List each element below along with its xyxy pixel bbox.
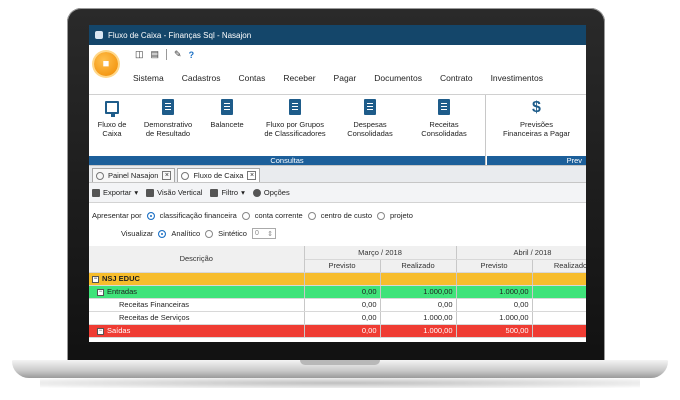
previsoes-group-label: Prev	[487, 156, 586, 165]
col-month-marco: Março / 2018	[304, 246, 457, 260]
app-menu-orb-icon[interactable]: ■	[94, 52, 118, 76]
document-icon	[289, 99, 301, 115]
apresentar-por-row: Apresentar por classificação financeira …	[92, 211, 413, 220]
collapse-icon[interactable]: −	[97, 327, 104, 335]
tab-fluxo-de-caixa[interactable]: Fluxo de Caixa ×	[177, 168, 261, 182]
split-view-icon[interactable]: ▤	[151, 49, 160, 60]
exportar-button[interactable]: Exportar ▾	[92, 188, 138, 197]
document-icon	[438, 99, 450, 115]
menu-contrato[interactable]: Contrato	[431, 71, 482, 85]
monitor-icon	[105, 100, 119, 117]
menu-contas[interactable]: Contas	[229, 71, 274, 85]
menu-cadastros[interactable]: Cadastros	[173, 71, 230, 85]
col-previsto[interactable]: Previsto	[304, 259, 381, 273]
col-month-abril: Abril / 2018	[456, 246, 586, 260]
help-icon[interactable]: ?	[189, 50, 195, 60]
cashflow-grid: Descrição Março / 2018 Abril / 2018 Prev…	[89, 246, 586, 338]
despesas-consolidadas-button[interactable]: Despesas Consolidadas	[337, 95, 403, 165]
document-tabs: Painel Nasajon × Fluxo de Caixa ×	[89, 165, 586, 183]
document-icon	[162, 99, 174, 115]
visualizar-row: Visualizar Analítico Sintético 0 ⇕	[121, 228, 276, 239]
title-bar: Fluxo de Caixa - Finanças Sql - Nasajon	[89, 25, 586, 45]
tab-painel-nasajon[interactable]: Painel Nasajon ×	[92, 168, 176, 182]
previsoes-financeiras-button[interactable]: $ Previsões Financeiras a Pagar	[487, 95, 586, 165]
quick-access-toolbar: ◫ ▤ ✎ ?	[135, 49, 194, 60]
window-title: Fluxo de Caixa - Finanças Sql - Nasajon	[108, 30, 252, 40]
menu-sistema[interactable]: Sistema	[133, 71, 173, 85]
balancete-button[interactable]: Balancete	[201, 95, 253, 165]
opcoes-button[interactable]: Opções	[252, 188, 290, 197]
fluxo-de-caixa-button[interactable]: Fluxo de Caixa	[89, 95, 135, 165]
ribbon-group-consultas: Fluxo de Caixa Demonstrativo de Resultad…	[89, 95, 485, 165]
collapse-icon[interactable]: −	[97, 288, 104, 296]
menu-bar: Sistema Cadastros Contas Receber Pagar D…	[133, 71, 552, 85]
spinner-arrows-icon: ⇕	[267, 230, 273, 238]
document-icon	[221, 99, 233, 115]
fluxo-por-grupos-button[interactable]: Fluxo por Grupos de Classificadores	[253, 95, 337, 165]
menu-investimentos[interactable]: Investimentos	[482, 71, 552, 85]
col-descricao[interactable]: Descrição	[89, 246, 305, 273]
col-realizado[interactable]: Realizado	[380, 259, 457, 273]
ribbon-group-previsoes: $ Previsões Financeiras a Pagar Prev	[487, 95, 586, 165]
menu-documentos[interactable]: Documentos	[365, 71, 431, 85]
col-previsto[interactable]: Previsto	[456, 259, 533, 273]
receitas-consolidadas-button[interactable]: Receitas Consolidadas	[403, 95, 485, 165]
edit-icon[interactable]: ✎	[174, 49, 182, 60]
laptop-shadow	[40, 378, 640, 388]
consultas-group-label: Consultas	[89, 156, 485, 165]
close-icon[interactable]: ×	[162, 171, 172, 180]
table-row[interactable]: −Entradas 0,00 1.000,00 1.000,00 1	[89, 285, 586, 299]
laptop-notch	[300, 360, 380, 365]
app-screen: Fluxo de Caixa - Finanças Sql - Nasajon …	[89, 25, 586, 342]
table-row[interactable]: − NSJ EDUC	[89, 272, 586, 286]
radio-sintetico[interactable]	[205, 229, 214, 238]
filtro-button[interactable]: Filtro ▾	[210, 188, 245, 197]
col-realizado[interactable]: Realizado	[532, 259, 586, 273]
filter-icon	[210, 188, 219, 197]
tab-icon	[96, 171, 104, 180]
table-row[interactable]: Receitas Financeiras 0,00 0,00 0,00 1	[89, 298, 586, 312]
demonstrativo-button[interactable]: Demonstrativo de Resultado	[135, 95, 201, 165]
tab-icon	[181, 171, 190, 180]
table-row[interactable]: −Saídas 0,00 1.000,00 500,00 5	[89, 324, 586, 338]
level-spinner[interactable]: 0 ⇕	[251, 228, 276, 239]
radio-centro-custo[interactable]	[307, 211, 316, 220]
window-layout-icon[interactable]: ◫	[135, 49, 144, 60]
gear-icon	[252, 188, 261, 197]
radio-conta-corrente[interactable]	[241, 211, 250, 220]
table-row[interactable]: Receitas de Serviços 0,00 1.000,00 1.000…	[89, 311, 586, 325]
radio-projeto[interactable]	[376, 211, 385, 220]
visao-vertical-button[interactable]: Visão Vertical	[146, 188, 202, 197]
qat-separator	[166, 49, 168, 60]
document-icon	[364, 99, 376, 115]
filter-panel: Apresentar por classificação financeira …	[89, 203, 586, 248]
menu-pagar[interactable]: Pagar	[325, 71, 366, 85]
app-icon	[95, 31, 103, 39]
dollar-icon: $	[532, 98, 541, 116]
close-icon[interactable]: ×	[247, 171, 257, 180]
collapse-icon[interactable]: −	[92, 275, 99, 283]
menu-area: ■ ◫ ▤ ✎ ? Sistema Cadastros Contas Receb…	[89, 45, 586, 95]
menu-receber[interactable]: Receber	[274, 71, 324, 85]
export-icon	[92, 188, 100, 197]
radio-classificacao[interactable]	[146, 211, 155, 220]
printer-icon	[146, 188, 155, 197]
grid-header-months: Descrição Março / 2018 Abril / 2018	[89, 246, 586, 273]
grid-toolbar: Exportar ▾ Visão Vertical Filtro ▾ Opções	[89, 183, 586, 203]
ribbon: Fluxo de Caixa Demonstrativo de Resultad…	[89, 95, 586, 165]
radio-analitico[interactable]	[158, 229, 167, 238]
